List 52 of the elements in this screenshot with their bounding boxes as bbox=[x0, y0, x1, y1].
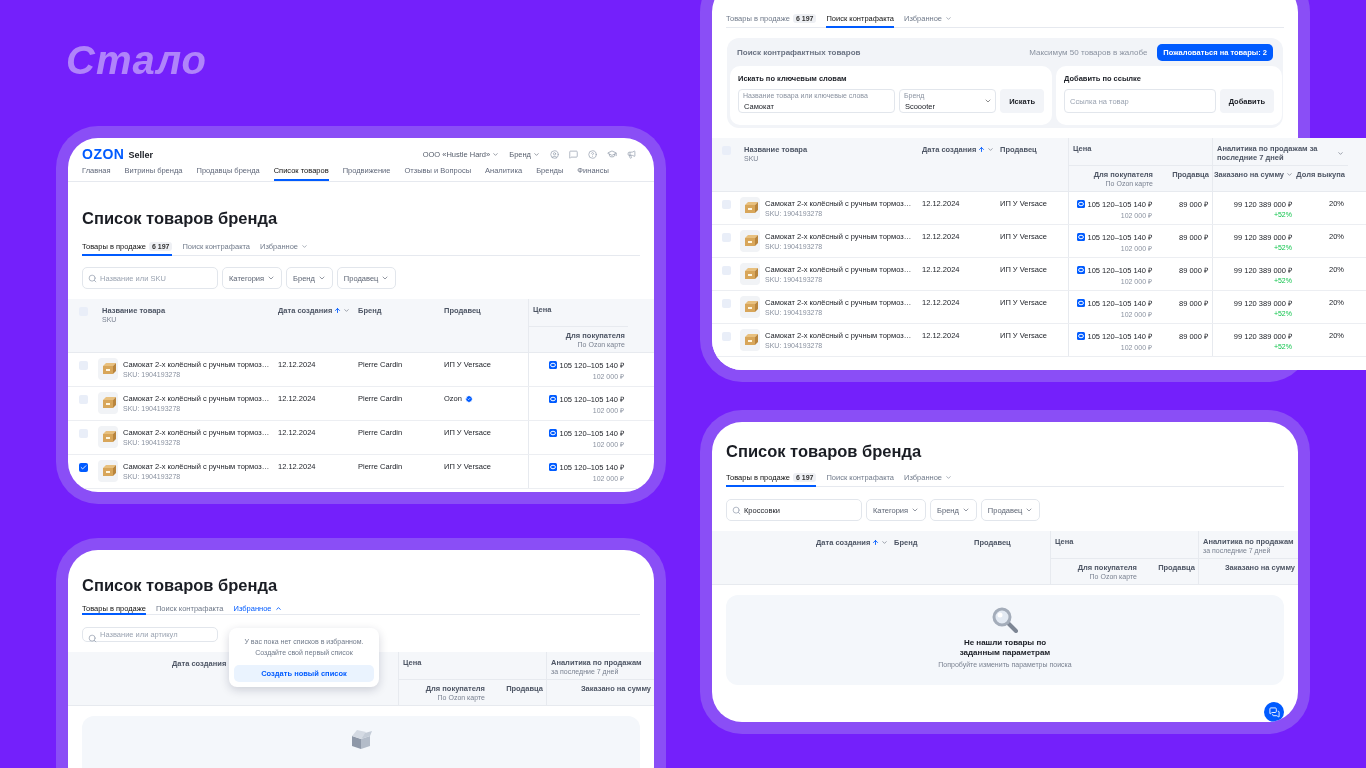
logo-suffix: Seller bbox=[128, 150, 153, 160]
chat-icon bbox=[1268, 706, 1280, 718]
chevron-down-icon[interactable] bbox=[343, 307, 351, 314]
card-icon bbox=[1076, 200, 1085, 208]
chevron-down-icon bbox=[984, 97, 993, 105]
slide-title: Стало bbox=[66, 38, 207, 83]
chevron-up-icon bbox=[274, 604, 282, 612]
empty-title: Не нашли товары по заданным параметрам bbox=[958, 638, 1052, 659]
chevron-down-icon[interactable] bbox=[1286, 171, 1293, 178]
card-icon bbox=[548, 463, 557, 471]
chevron-down-icon bbox=[1025, 506, 1034, 514]
chevron-down-icon bbox=[301, 242, 309, 250]
page-title: Список товаров бренда bbox=[726, 441, 923, 461]
chevron-down-icon bbox=[381, 274, 390, 282]
search-icon bbox=[88, 634, 97, 644]
chevron-down-icon bbox=[267, 274, 276, 282]
card-icon bbox=[1076, 332, 1085, 340]
limit-note: Максимум 50 товаров в жалобе bbox=[1029, 47, 1148, 57]
card-icon bbox=[548, 429, 557, 437]
chevron-down-icon bbox=[945, 473, 953, 481]
search-icon bbox=[992, 607, 1018, 633]
card-icon bbox=[1076, 299, 1085, 307]
card-icon bbox=[548, 361, 557, 369]
chat-button[interactable] bbox=[1264, 702, 1284, 722]
help-icon[interactable] bbox=[588, 149, 597, 159]
page-title: Список товаров бренда bbox=[82, 208, 279, 228]
chevron-down-icon bbox=[911, 506, 920, 514]
chevron-down-icon[interactable] bbox=[1337, 149, 1344, 157]
chevron-down-icon bbox=[317, 274, 326, 282]
chevron-down-icon[interactable] bbox=[881, 539, 889, 546]
logo: OZON bbox=[82, 146, 125, 162]
chevron-down-icon bbox=[945, 14, 953, 22]
package-icon bbox=[349, 728, 373, 750]
checkbox[interactable] bbox=[78, 463, 88, 472]
page-title: Список товаров бренда bbox=[82, 575, 279, 595]
sort-arrow-icon[interactable] bbox=[872, 539, 880, 546]
search-icon bbox=[88, 274, 97, 283]
search-icon bbox=[732, 506, 741, 515]
chevron-down-icon[interactable] bbox=[987, 146, 995, 153]
chat-icon[interactable] bbox=[569, 149, 578, 159]
graduation-cap-icon[interactable] bbox=[607, 149, 617, 159]
panel-title: Поиск контрафактных товаров bbox=[737, 47, 861, 57]
chevron-down-icon bbox=[492, 150, 500, 158]
chevron-down-icon bbox=[961, 506, 970, 514]
sort-arrow-icon[interactable] bbox=[978, 146, 986, 153]
sort-arrow-icon[interactable] bbox=[334, 307, 342, 314]
card-icon bbox=[1076, 233, 1085, 241]
card-icon bbox=[1076, 266, 1085, 274]
megaphone-icon[interactable] bbox=[627, 149, 636, 159]
chevron-down-icon bbox=[533, 150, 540, 158]
profile-icon[interactable] bbox=[550, 149, 559, 159]
card-icon bbox=[548, 395, 557, 403]
